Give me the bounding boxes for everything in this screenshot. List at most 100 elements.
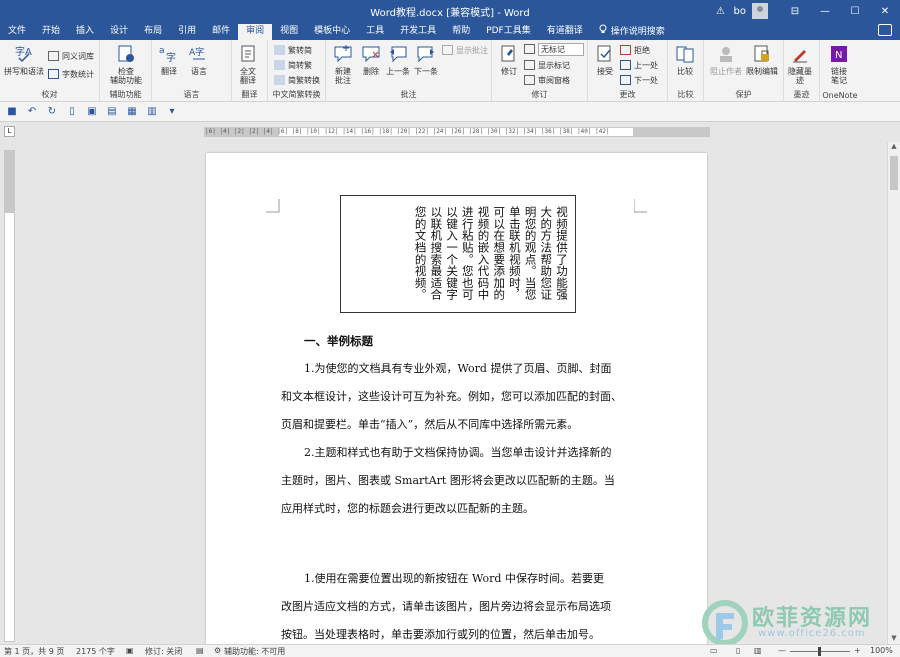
group-translate: 全文 翻译 翻译 — [232, 40, 268, 102]
word-count-button[interactable]: 字数统计 — [48, 68, 94, 80]
restrict-editing-button[interactable]: 限制编辑 — [746, 43, 778, 76]
web-layout-icon[interactable]: ▥ — [754, 646, 762, 655]
tab-selector[interactable]: L — [4, 126, 15, 137]
warning-icon[interactable]: ⚠ — [714, 6, 728, 17]
block-authors-label: 阻止作者 — [710, 67, 742, 76]
thesaurus-button[interactable]: 同义词库 — [48, 50, 94, 62]
new-comment-icon — [332, 43, 354, 65]
hide-ink-button[interactable]: 隐藏墨 迹 — [788, 43, 812, 85]
document-translate-icon — [237, 43, 259, 65]
proofing-label: 校对 — [41, 90, 58, 99]
undo-icon[interactable]: ↶ — [26, 106, 38, 118]
spelling-grammar-button[interactable]: 字A 拼写和语法 — [4, 43, 44, 76]
to-traditional-button[interactable]: 简转繁 — [274, 59, 312, 71]
reject-button[interactable]: 拒绝 — [620, 44, 650, 56]
zoom-level[interactable]: 100% — [870, 646, 893, 655]
tab-template-center[interactable]: 模板中心 — [306, 24, 358, 40]
tab-youdao[interactable]: 有道翻译 — [539, 24, 591, 40]
tab-mailings[interactable]: 邮件 — [204, 24, 238, 40]
translate-button[interactable]: a字 翻译 — [158, 43, 180, 76]
check-accessibility-button[interactable]: 检查 辅助功能 — [106, 43, 146, 85]
tab-pdf-tools[interactable]: PDF工具集 — [478, 24, 539, 40]
page-count[interactable]: 第 1 页，共 9 页 — [4, 646, 64, 657]
next-change-button[interactable]: 下一处 — [620, 74, 658, 86]
tab-view[interactable]: 视图 — [272, 24, 306, 40]
close-button[interactable]: ✕ — [870, 0, 900, 22]
markup-value: 无标记 — [538, 42, 584, 56]
to-traditional-label: 简转繁 — [288, 60, 312, 70]
tab-home[interactable]: 开始 — [34, 24, 68, 40]
vertical-ruler[interactable] — [4, 150, 15, 642]
ribbon-display-options-icon[interactable]: ⊟ — [780, 0, 810, 22]
compare-button[interactable]: 比较 — [674, 43, 696, 76]
conversion-button[interactable]: 简繁转换 — [274, 74, 320, 86]
block-authors-button[interactable]: 阻止作者 — [710, 43, 742, 76]
zoom-slider-handle[interactable] — [818, 647, 821, 656]
minimize-button[interactable]: — — [810, 0, 840, 22]
full-translate-button[interactable]: 全文 翻译 — [237, 43, 259, 85]
paragraph-line: 2.主题和样式也有助于文档保持协调。当您单击设计并选择新的 — [304, 446, 612, 459]
tab-file[interactable]: 文件 — [0, 24, 34, 40]
tab-insert[interactable]: 插入 — [68, 24, 102, 40]
print-icon[interactable]: ▣ — [86, 106, 98, 118]
preview-icon[interactable]: ▤ — [106, 106, 118, 118]
focus-mode-icon[interactable]: ▭ — [710, 646, 718, 655]
new-comment-button[interactable]: 新建 批注 — [332, 43, 354, 85]
language-button[interactable]: A字 语言 — [188, 43, 210, 76]
redo-icon[interactable]: ↻ — [46, 106, 58, 118]
word-count[interactable]: 2175 个字 — [76, 646, 115, 657]
show-comments-button[interactable]: 显示批注 — [442, 44, 488, 56]
tab-references[interactable]: 引用 — [170, 24, 204, 40]
track-changes-status[interactable]: 修订: 关闭 — [145, 646, 182, 657]
show-markup-button[interactable]: 显示标记 — [524, 59, 570, 71]
reviewing-pane-button[interactable]: 审阅窗格 — [524, 74, 570, 86]
traditional-icon — [274, 60, 285, 70]
vertical-text-box[interactable]: 视频提供了功能强大的方法帮助您证明您的观点。当您单击联机视频时，可以在想要添加的… — [340, 195, 576, 313]
tab-review[interactable]: 审阅 — [238, 24, 273, 40]
user-name[interactable]: bo — [734, 6, 746, 17]
table-icon[interactable]: ▥ — [146, 106, 158, 118]
avatar[interactable] — [752, 3, 768, 19]
document-page[interactable]: 视频提供了功能强大的方法帮助您证明您的观点。当您单击联机视频时，可以在想要添加的… — [206, 153, 707, 653]
tab-developer[interactable]: 开发工具 — [392, 24, 444, 40]
ink-group-label: 墨迹 — [793, 90, 810, 99]
macro-icon[interactable]: ▤ — [196, 646, 204, 655]
next-comment-button[interactable]: 下一条 — [414, 43, 438, 76]
track-changes-button[interactable]: 修订 — [498, 43, 520, 76]
accessibility-status[interactable]: 辅助功能: 不可用 — [224, 646, 285, 657]
to-simplified-button[interactable]: 繁转简 — [274, 44, 312, 56]
accept-button[interactable]: 接受 — [594, 43, 616, 76]
hide-ink-label: 隐藏墨 迹 — [788, 67, 812, 85]
screenshot-icon[interactable]: ▦ — [126, 106, 138, 118]
proofing-status-icon[interactable]: ▣ — [126, 646, 134, 655]
delete-comment-button[interactable]: 删除 — [360, 43, 382, 76]
layout-icon[interactable]: ▯ — [66, 106, 78, 118]
linked-notes-button[interactable]: N 链接 笔记 — [828, 43, 850, 85]
tab-layout[interactable]: 布局 — [136, 24, 170, 40]
vertical-ruler-top-margin — [5, 151, 14, 213]
accessibility-status-icon[interactable]: ⚙ — [214, 646, 221, 655]
customize-qat-icon[interactable]: ▾ — [166, 106, 178, 118]
scroll-thumb[interactable] — [890, 156, 898, 190]
tab-design[interactable]: 设计 — [102, 24, 136, 40]
scroll-up-icon[interactable]: ▲ — [888, 142, 900, 152]
horizontal-ruler[interactable]: │6│ │4│ │2│ │2│ │4│ │6│ │8│ │10│ │12│ │1… — [204, 127, 710, 137]
previous-change-button[interactable]: 上一处 — [620, 59, 658, 71]
svg-text:字A: 字A — [15, 45, 32, 58]
save-icon[interactable]: ■ — [6, 106, 18, 118]
paragraph-line: 应用样式时，您的标题会进行更改以匹配新的主题。 — [281, 502, 534, 515]
tell-me-search[interactable]: 操作说明搜索 — [591, 24, 673, 40]
comments-group-label: 批注 — [400, 90, 417, 99]
zoom-in-button[interactable]: + — [854, 646, 861, 655]
previous-comment-button[interactable]: 上一条 — [386, 43, 410, 76]
maximize-button[interactable]: ☐ — [840, 0, 870, 22]
conversion-label: 简繁转换 — [288, 75, 320, 85]
read-mode-icon[interactable]: ▯ — [736, 646, 740, 655]
vertical-scrollbar[interactable]: ▲ ▼ — [887, 142, 900, 644]
tab-help[interactable]: 帮助 — [444, 24, 478, 40]
comments-icon[interactable] — [878, 24, 892, 36]
zoom-out-button[interactable]: — — [778, 646, 786, 655]
compare-group-label: 比较 — [677, 90, 694, 99]
tab-tools[interactable]: 工具 — [358, 24, 392, 40]
markup-select[interactable]: 无标记 — [524, 42, 584, 56]
